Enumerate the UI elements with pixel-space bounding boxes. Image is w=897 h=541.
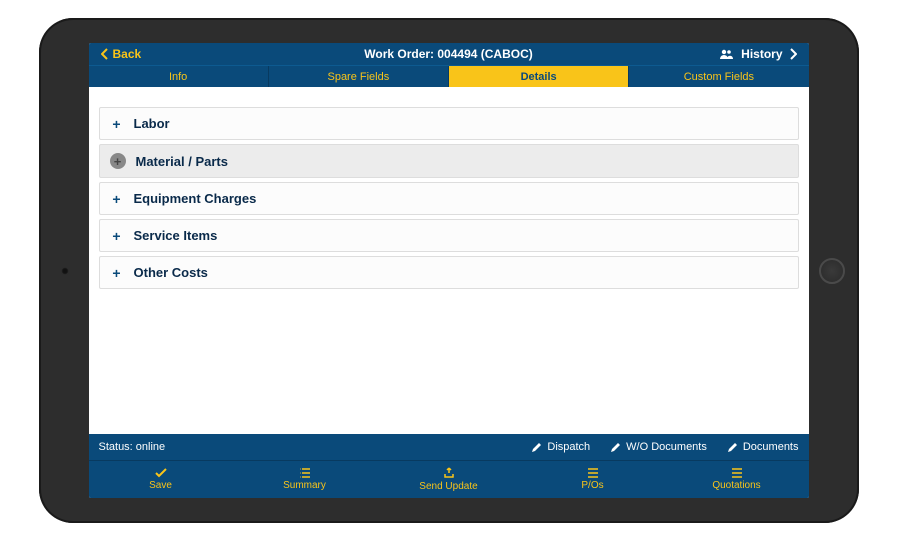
plus-icon: +	[110, 192, 124, 206]
plus-circle-icon: +	[110, 153, 126, 169]
list-icon	[299, 468, 311, 478]
tab-spare-fields[interactable]: Spare Fields	[269, 66, 449, 87]
status-text: Status: online	[99, 441, 166, 453]
tablet-home-button[interactable]	[819, 258, 845, 284]
bottom-pos[interactable]: P/Os	[521, 461, 665, 498]
bottom-label: Save	[149, 480, 172, 491]
tab-label: Details	[521, 71, 557, 83]
bottom-quotations[interactable]: Quotations	[665, 461, 809, 498]
app-screen: Back Work Order: 004494 (CABOC) History …	[89, 43, 809, 498]
tab-label: Info	[169, 71, 187, 83]
lines-icon	[587, 468, 599, 478]
tab-label: Custom Fields	[684, 71, 754, 83]
section-label: Other Costs	[134, 265, 208, 280]
page-title: Work Order: 004494 (CABOC)	[364, 47, 533, 61]
section-other-costs[interactable]: + Other Costs	[99, 256, 799, 289]
history-button[interactable]: History	[719, 47, 796, 61]
link-label: Dispatch	[547, 441, 590, 453]
section-label: Labor	[134, 116, 170, 131]
tab-label: Spare Fields	[327, 71, 389, 83]
dispatch-link[interactable]: Dispatch	[531, 441, 590, 453]
bottom-bar: Save Summary Send Update P/Os Quotations	[89, 460, 809, 498]
pencil-icon	[610, 442, 621, 453]
tablet-frame: Back Work Order: 004494 (CABOC) History …	[39, 18, 859, 523]
bottom-label: P/Os	[581, 480, 603, 491]
status-actions: Dispatch W/O Documents Documents	[531, 441, 798, 453]
people-icon	[719, 48, 735, 60]
bottom-label: Send Update	[419, 481, 477, 492]
plus-icon: +	[110, 266, 124, 280]
status-bar: Status: online Dispatch W/O Documents Do…	[89, 434, 809, 460]
lines-icon	[731, 468, 743, 478]
section-equipment-charges[interactable]: + Equipment Charges	[99, 182, 799, 215]
link-label: W/O Documents	[626, 441, 707, 453]
plus-icon: +	[110, 117, 124, 131]
section-label: Material / Parts	[136, 154, 229, 169]
section-label: Equipment Charges	[134, 191, 257, 206]
section-material-parts[interactable]: + Material / Parts	[99, 144, 799, 178]
history-label: History	[741, 47, 782, 61]
chevron-right-icon	[789, 48, 797, 60]
tab-details[interactable]: Details	[449, 66, 629, 87]
section-service-items[interactable]: + Service Items	[99, 219, 799, 252]
bottom-send-update[interactable]: Send Update	[377, 461, 521, 498]
top-bar: Back Work Order: 004494 (CABOC) History	[89, 43, 809, 65]
content-area: + Labor + Material / Parts + Equipment C…	[89, 87, 809, 434]
check-icon	[155, 468, 167, 478]
chevron-left-icon	[101, 48, 109, 60]
plus-icon: +	[110, 229, 124, 243]
tab-bar: Info Spare Fields Details Custom Fields	[89, 65, 809, 87]
tab-custom-fields[interactable]: Custom Fields	[629, 66, 808, 87]
bottom-save[interactable]: Save	[89, 461, 233, 498]
bottom-label: Summary	[283, 480, 326, 491]
back-button[interactable]: Back	[101, 47, 142, 61]
back-label: Back	[113, 47, 142, 61]
bottom-label: Quotations	[712, 480, 760, 491]
documents-link[interactable]: Documents	[727, 441, 799, 453]
bottom-summary[interactable]: Summary	[233, 461, 377, 498]
tab-info[interactable]: Info	[89, 66, 269, 87]
pencil-icon	[727, 442, 738, 453]
share-icon	[443, 467, 455, 479]
section-label: Service Items	[134, 228, 218, 243]
wo-documents-link[interactable]: W/O Documents	[610, 441, 707, 453]
tablet-camera	[61, 267, 69, 275]
link-label: Documents	[743, 441, 799, 453]
section-labor[interactable]: + Labor	[99, 107, 799, 140]
pencil-icon	[531, 442, 542, 453]
